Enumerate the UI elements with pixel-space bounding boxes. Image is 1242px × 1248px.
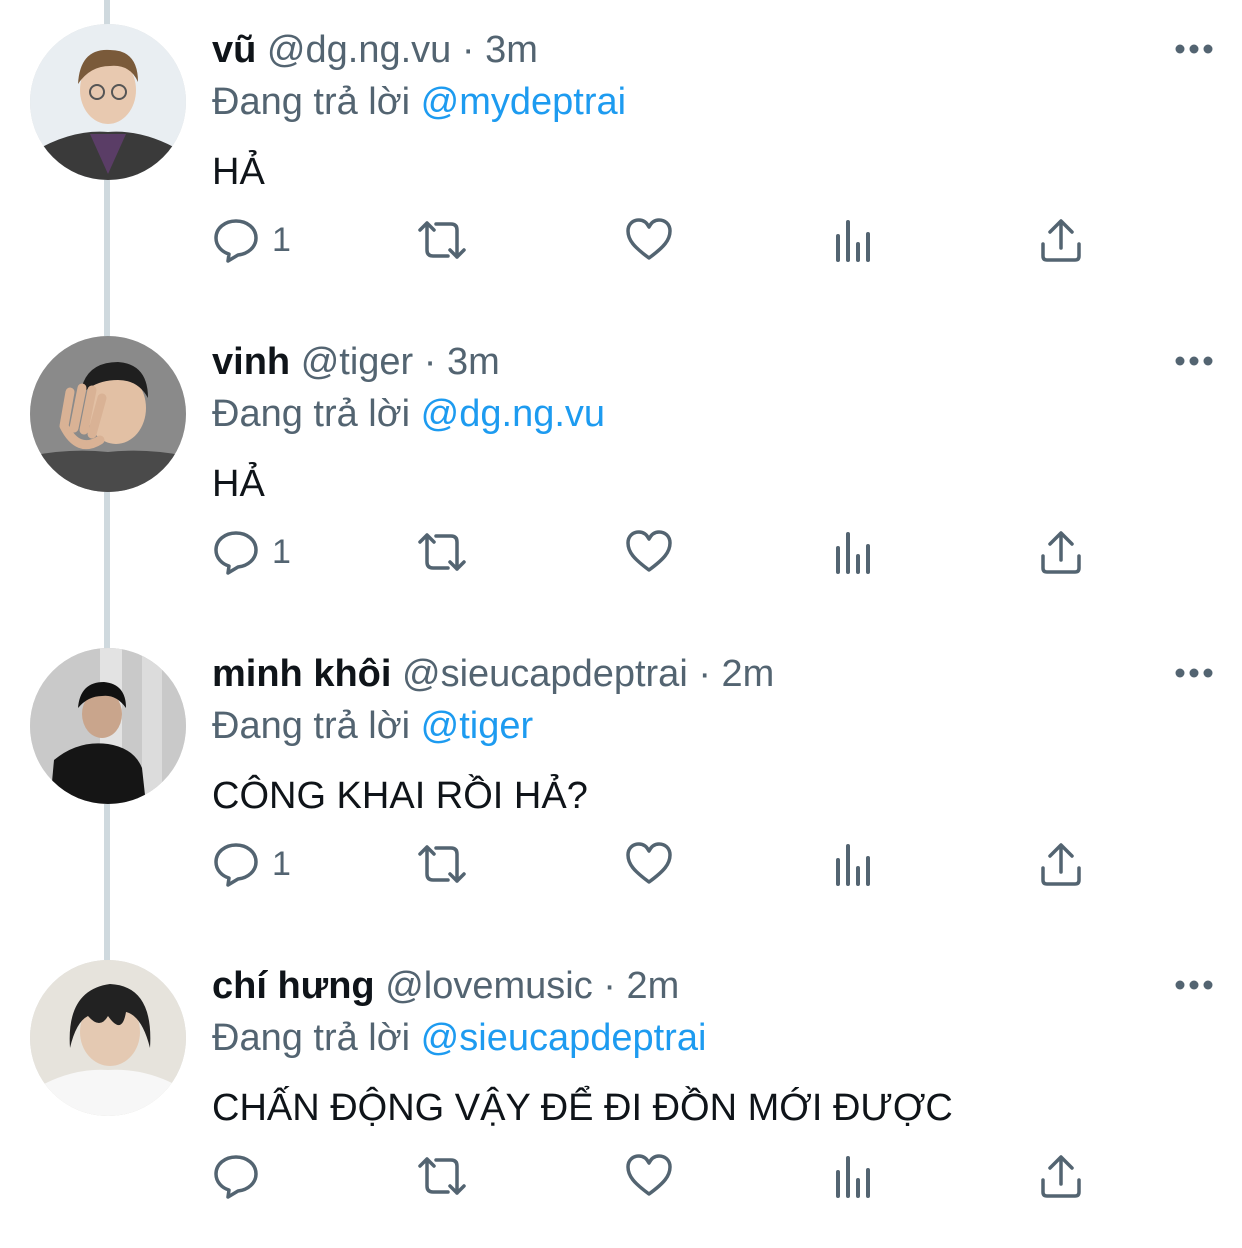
avatar[interactable] (30, 24, 186, 180)
reply-icon (212, 528, 260, 576)
reply-prefix: Đang trả lời (212, 705, 411, 747)
views-chart-icon (832, 1152, 876, 1200)
share-button[interactable] (1038, 524, 1084, 580)
tweet[interactable]: minh khôi @sieucapdeptrai · 2m Đang trả … (0, 624, 1242, 936)
views-chart-icon (832, 528, 876, 576)
reply-prefix: Đang trả lời (212, 1017, 411, 1059)
tweet[interactable]: vũ @dg.ng.vu · 3m Đang trả lời @mydeptra… (0, 0, 1242, 312)
timestamp[interactable]: 3m (447, 341, 500, 383)
reply-icon (212, 1152, 260, 1200)
avatar[interactable] (30, 648, 186, 804)
avatar[interactable] (30, 960, 186, 1116)
tweet-header: chí hưng @lovemusic · 2m (212, 962, 679, 1010)
reply-context: Đang trả lời @dg.ng.vu (212, 390, 605, 438)
more-options-icon[interactable] (1174, 660, 1214, 686)
separator-dot: · (461, 29, 475, 71)
tweet[interactable]: chí hưng @lovemusic · 2m Đang trả lời @s… (0, 936, 1242, 1248)
share-icon (1038, 528, 1084, 576)
user-handle[interactable]: @dg.ng.vu (267, 29, 451, 71)
views-button[interactable] (832, 524, 876, 580)
reply-mention-link[interactable]: @mydeptrai (421, 81, 626, 123)
reply-button[interactable]: 1 (212, 212, 291, 268)
separator-dot: · (698, 653, 711, 695)
heart-icon (624, 528, 674, 576)
tweet-actions (212, 1148, 1092, 1208)
tweet-actions: 1 (212, 212, 1092, 272)
display-name[interactable]: vinh (212, 341, 290, 383)
like-button[interactable] (624, 212, 674, 268)
share-button[interactable] (1038, 212, 1084, 268)
heart-icon (624, 1152, 674, 1200)
reply-button[interactable]: 1 (212, 524, 291, 580)
retweet-icon (414, 840, 470, 888)
timestamp[interactable]: 3m (485, 29, 538, 71)
reply-mention-link[interactable]: @tiger (421, 705, 534, 747)
views-chart-icon (832, 216, 876, 264)
tweet-header: vũ @dg.ng.vu · 3m (212, 26, 538, 74)
reply-context: Đang trả lời @mydeptrai (212, 78, 626, 126)
reply-icon (212, 840, 260, 888)
retweet-button[interactable] (414, 1148, 470, 1204)
retweet-button[interactable] (414, 524, 470, 580)
reply-count: 1 (272, 532, 291, 571)
share-icon (1038, 216, 1084, 264)
tweet-text: HẢ (212, 463, 265, 505)
reply-icon (212, 216, 260, 264)
reply-count: 1 (272, 220, 291, 259)
heart-icon (624, 840, 674, 888)
reply-button[interactable] (212, 1148, 272, 1204)
reply-count: 1 (272, 844, 291, 883)
retweet-icon (414, 1152, 470, 1200)
like-button[interactable] (624, 524, 674, 580)
tweet-actions: 1 (212, 524, 1092, 584)
tweet-header: minh khôi @sieucapdeptrai · 2m (212, 650, 774, 698)
share-button[interactable] (1038, 836, 1084, 892)
retweet-icon (414, 528, 470, 576)
like-button[interactable] (624, 836, 674, 892)
heart-icon (624, 216, 674, 264)
retweet-button[interactable] (414, 836, 470, 892)
reply-button[interactable]: 1 (212, 836, 291, 892)
reply-context: Đang trả lời @sieucapdeptrai (212, 1014, 706, 1062)
display-name[interactable]: minh khôi (212, 653, 391, 695)
user-handle[interactable]: @tiger (301, 341, 414, 383)
retweet-button[interactable] (414, 212, 470, 268)
reply-context: Đang trả lời @tiger (212, 702, 533, 750)
reply-prefix: Đang trả lời (212, 81, 411, 123)
user-handle[interactable]: @sieucapdeptrai (402, 653, 688, 695)
tweet[interactable]: vinh @tiger · 3m Đang trả lời @dg.ng.vu … (0, 312, 1242, 624)
views-button[interactable] (832, 212, 876, 268)
tweet-actions: 1 (212, 836, 1092, 896)
reply-mention-link[interactable]: @sieucapdeptrai (421, 1017, 707, 1059)
tweet-text: CÔNG KHAI RỒI HẢ? (212, 775, 588, 817)
share-icon (1038, 840, 1084, 888)
separator-dot: · (603, 965, 616, 1007)
reply-prefix: Đang trả lời (212, 393, 411, 435)
views-button[interactable] (832, 836, 876, 892)
timestamp[interactable]: 2m (626, 965, 679, 1007)
retweet-icon (414, 216, 470, 264)
tweet-text: CHẤN ĐỘNG VẬY ĐỂ ĐI ĐỒN MỚI ĐƯỢC (212, 1087, 953, 1129)
more-options-icon[interactable] (1174, 972, 1214, 998)
tweet-text: HẢ (212, 151, 265, 193)
views-button[interactable] (832, 1148, 876, 1204)
display-name[interactable]: vũ (212, 29, 256, 71)
separator-dot: · (423, 341, 437, 383)
views-chart-icon (832, 840, 876, 888)
share-button[interactable] (1038, 1148, 1084, 1204)
user-handle[interactable]: @lovemusic (385, 965, 593, 1007)
display-name[interactable]: chí hưng (212, 965, 375, 1007)
share-icon (1038, 1152, 1084, 1200)
more-options-icon[interactable] (1174, 36, 1214, 62)
tweet-header: vinh @tiger · 3m (212, 338, 500, 386)
avatar[interactable] (30, 336, 186, 492)
more-options-icon[interactable] (1174, 348, 1214, 374)
like-button[interactable] (624, 1148, 674, 1204)
timestamp[interactable]: 2m (722, 653, 775, 695)
reply-mention-link[interactable]: @dg.ng.vu (421, 393, 605, 435)
